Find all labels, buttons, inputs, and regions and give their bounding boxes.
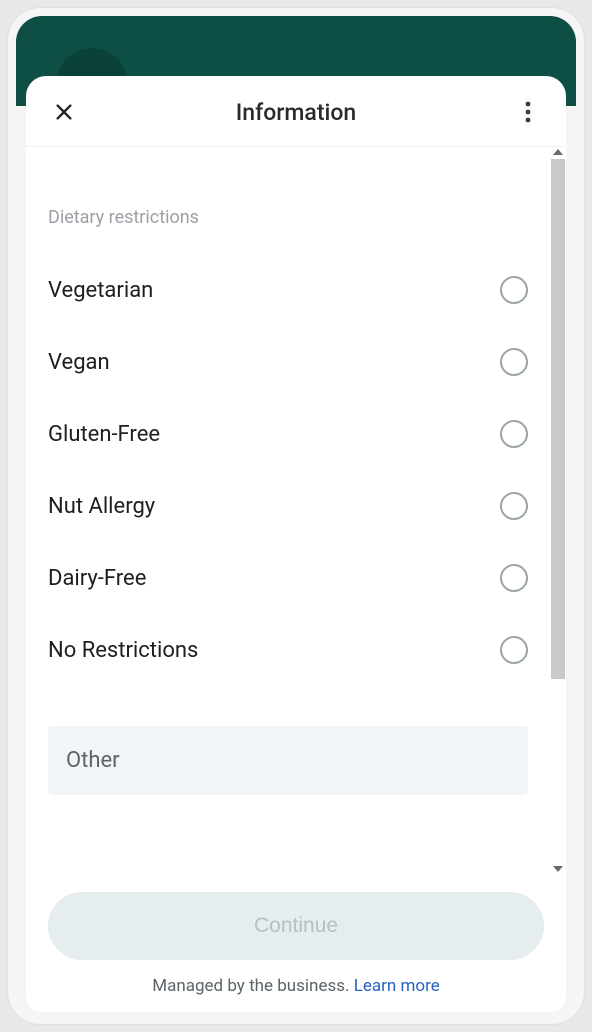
modal-footer: Continue Managed by the business. Learn …	[26, 874, 566, 1012]
radio[interactable]	[500, 348, 528, 376]
learn-more-link[interactable]: Learn more	[354, 976, 440, 996]
option-label: Nut Allergy	[48, 494, 155, 519]
radio[interactable]	[500, 420, 528, 448]
other-input-placeholder: Other	[66, 748, 120, 773]
modal-header: Information	[26, 76, 566, 147]
scrollbar[interactable]	[550, 147, 566, 874]
continue-button[interactable]: Continue	[48, 892, 544, 960]
close-icon	[53, 101, 75, 123]
more-vertical-icon	[525, 101, 531, 123]
managed-by-text: Managed by the business.	[152, 976, 353, 996]
option-label: Dairy-Free	[48, 566, 146, 591]
device-frame: Information Dietary restrictions Vegetar…	[8, 8, 584, 1024]
footer-note: Managed by the business. Learn more	[48, 976, 544, 996]
option-row[interactable]: Gluten-Free	[48, 398, 528, 470]
option-row[interactable]: Vegetarian	[48, 254, 528, 326]
option-label: Vegetarian	[48, 278, 153, 303]
radio[interactable]	[500, 276, 528, 304]
scroll-track[interactable]	[551, 159, 565, 862]
section-label: Dietary restrictions	[48, 207, 528, 228]
modal-sheet: Information Dietary restrictions Vegetar…	[26, 76, 566, 1012]
radio[interactable]	[500, 492, 528, 520]
modal-body: Dietary restrictions Vegetarian Vegan Glut…	[26, 147, 550, 874]
option-label: Gluten-Free	[48, 422, 160, 447]
option-row[interactable]: Vegan	[48, 326, 528, 398]
option-row[interactable]: No Restrictions	[48, 614, 528, 686]
scroll-down-arrow-icon[interactable]	[553, 866, 563, 872]
radio[interactable]	[500, 564, 528, 592]
scroll-up-arrow-icon[interactable]	[553, 149, 563, 155]
option-label: Vegan	[48, 350, 110, 375]
radio[interactable]	[500, 636, 528, 664]
scroll-thumb[interactable]	[551, 159, 565, 679]
option-row[interactable]: Dairy-Free	[48, 542, 528, 614]
close-button[interactable]	[50, 98, 78, 126]
other-input[interactable]: Other	[48, 726, 528, 795]
modal-title: Information	[236, 99, 356, 126]
more-button[interactable]	[514, 98, 542, 126]
option-row[interactable]: Nut Allergy	[48, 470, 528, 542]
modal-body-wrap: Dietary restrictions Vegetarian Vegan Glut…	[26, 147, 566, 874]
option-label: No Restrictions	[48, 638, 198, 663]
